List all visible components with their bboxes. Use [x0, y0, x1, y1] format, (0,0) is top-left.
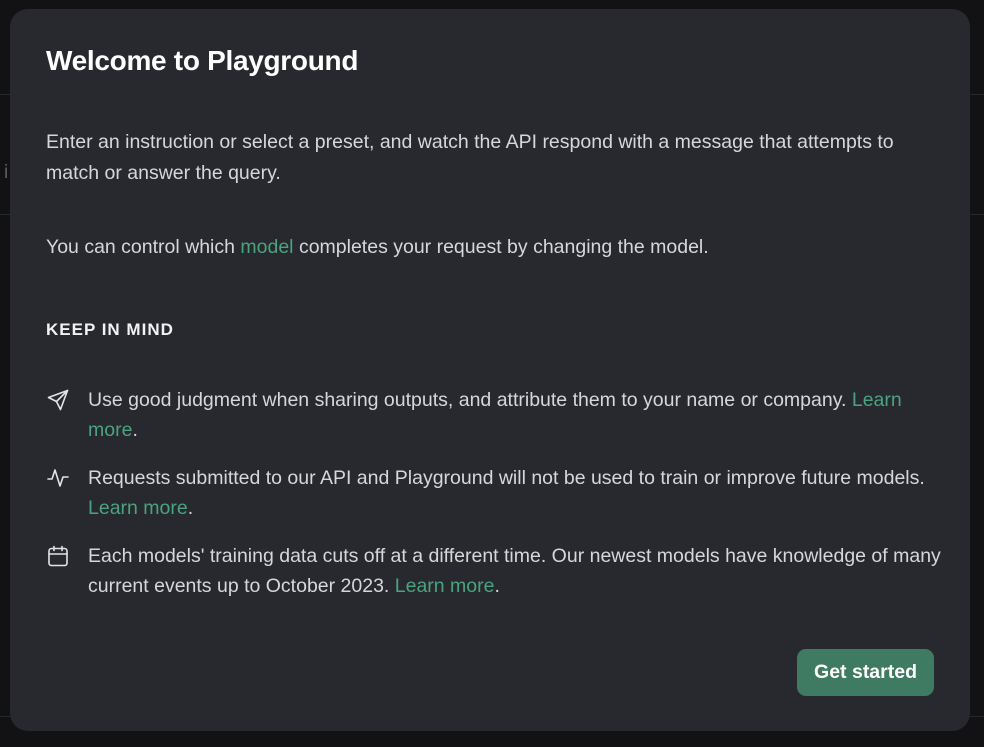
item-trailing: . [187, 497, 194, 519]
model-paragraph-text-after: completes your request by changing the m… [293, 236, 709, 258]
send-icon [46, 388, 70, 412]
model-link[interactable]: model [240, 236, 293, 258]
welcome-modal: Welcome to Playground Enter an instructi… [10, 9, 970, 731]
item-text: Requests submitted to our API and Playgr… [88, 467, 925, 489]
list-item: Each models' training data cuts off at a… [46, 541, 946, 601]
item-text: Each models' training data cuts off at a… [88, 545, 941, 597]
keep-in-mind-heading: KEEP IN MIND [46, 320, 174, 339]
list-item: Use good judgment when sharing outputs, … [46, 385, 946, 445]
calendar-icon [46, 544, 70, 568]
background-text-fragment: i [4, 162, 9, 183]
item-trailing: . [494, 575, 500, 597]
learn-more-link[interactable]: Learn more [395, 575, 495, 597]
model-paragraph: You can control which model completes yo… [46, 232, 946, 263]
model-paragraph-text-before: You can control which [46, 236, 241, 258]
item-text: Use good judgment when sharing outputs, … [88, 389, 852, 411]
keep-in-mind-list: Use good judgment when sharing outputs, … [46, 385, 946, 619]
modal-title: Welcome to Playground [46, 45, 359, 76]
activity-icon [46, 466, 70, 490]
intro-paragraph: Enter an instruction or select a preset,… [46, 131, 894, 184]
get-started-button[interactable]: Get started [797, 649, 934, 696]
learn-more-link[interactable]: Learn more [88, 497, 188, 519]
list-item: Requests submitted to our API and Playgr… [46, 463, 946, 523]
item-trailing: . [132, 419, 138, 441]
